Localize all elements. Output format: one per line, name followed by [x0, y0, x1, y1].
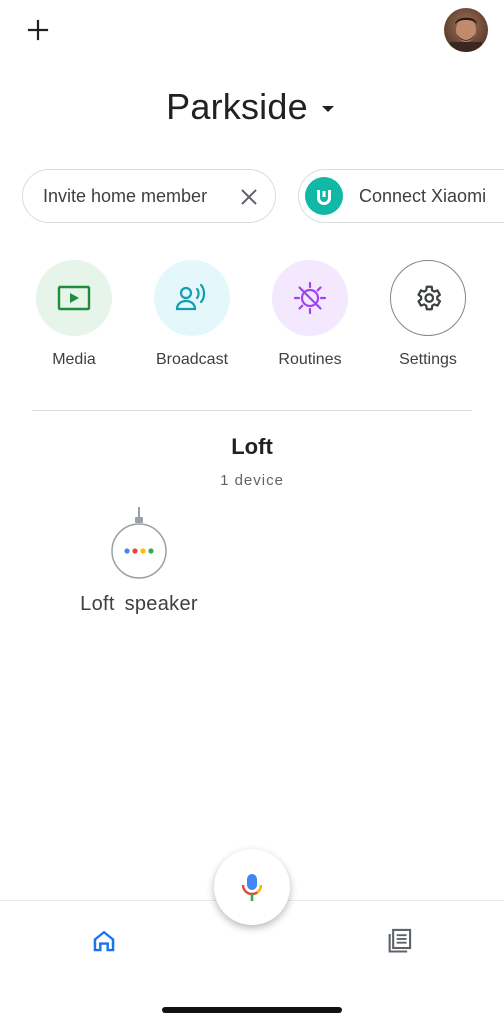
home-indicator — [162, 1007, 342, 1013]
close-icon[interactable] — [235, 183, 263, 211]
room-title[interactable]: Loft — [0, 434, 504, 460]
media-action[interactable]: Media — [19, 260, 129, 369]
invite-member-chip[interactable]: Invite home member — [22, 169, 276, 223]
routines-action[interactable]: Routines — [255, 260, 365, 369]
broadcast-label: Broadcast — [155, 351, 229, 368]
broadcast-icon — [175, 283, 206, 311]
settings-button[interactable] — [390, 260, 466, 336]
top-bar — [0, 0, 504, 64]
home-icon — [93, 930, 115, 952]
add-button[interactable] — [22, 14, 54, 46]
broadcast-action[interactable]: Broadcast — [137, 260, 247, 369]
account-avatar[interactable] — [444, 8, 488, 52]
device-label: Loft speaker — [80, 593, 198, 615]
connect-xiaomi-chip[interactable]: Connect Xiaomi — [298, 169, 504, 223]
gear-icon — [417, 285, 442, 311]
feed-icon — [388, 928, 412, 953]
home-title: Parkside — [166, 86, 308, 127]
chip-label: Invite home member — [43, 185, 208, 206]
mi-home-logo — [305, 177, 343, 215]
media-button[interactable] — [36, 260, 112, 336]
broadcast-button[interactable] — [154, 260, 230, 336]
nav-home-tab[interactable] — [88, 925, 120, 957]
quick-actions: Media Broadcast Routines Settings — [0, 260, 504, 370]
caret-down-icon — [318, 99, 338, 119]
routines-icon — [293, 281, 327, 315]
nav-feed-tab[interactable] — [383, 925, 415, 957]
room-device-count: 1 device — [220, 472, 284, 489]
chip-label: Connect Xiaomi — [359, 185, 487, 206]
smart-speaker-icon — [111, 507, 167, 579]
suggestion-chips: Invite home member Connect Xiaomi — [22, 169, 504, 223]
device-tile[interactable]: Loft speaker — [64, 505, 214, 616]
routines-label: Routines — [278, 351, 342, 368]
home-selector[interactable]: Parkside — [0, 86, 504, 128]
media-play-icon — [57, 285, 91, 311]
voice-assistant-button[interactable] — [214, 849, 290, 925]
media-label: Media — [52, 351, 96, 368]
section-divider — [32, 410, 472, 411]
settings-label: Settings — [399, 351, 457, 368]
microphone-icon — [241, 874, 263, 901]
routines-button[interactable] — [272, 260, 348, 336]
settings-action[interactable]: Settings — [373, 260, 483, 369]
plus-icon — [27, 19, 49, 41]
